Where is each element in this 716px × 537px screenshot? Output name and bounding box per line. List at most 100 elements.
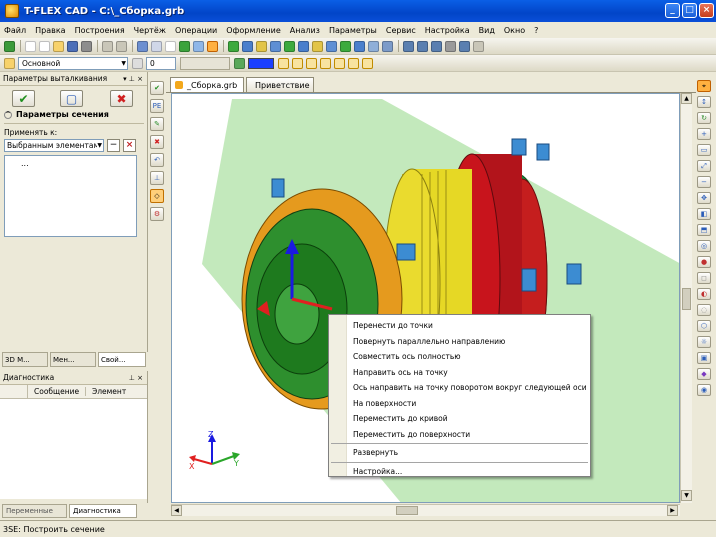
pe-icon[interactable]: PE [150, 99, 164, 113]
spec-icon[interactable] [417, 40, 428, 52]
menu-view[interactable]: Вид [479, 26, 495, 35]
menu-item-align-axis[interactable]: Совместить ось полностью [329, 349, 590, 365]
wire-icon[interactable]: ◻ [697, 272, 711, 284]
apply-to-select[interactable]: Выбранным элементам ▼ [4, 139, 104, 152]
fillet-icon[interactable] [298, 40, 309, 52]
menu-file[interactable]: Файл [4, 26, 26, 35]
select-icon[interactable] [165, 40, 176, 52]
attach-icon[interactable] [445, 40, 456, 52]
menu-settings[interactable]: Настройка [425, 26, 470, 35]
layer-select[interactable]: Основной ▼ [18, 56, 128, 70]
confirm-icon[interactable] [4, 40, 15, 52]
tab-assembly-document[interactable]: _Сборка.grb [170, 77, 244, 92]
menu-item-point-axis[interactable]: Направить ось на точку [329, 365, 590, 381]
cube-icon[interactable]: ▣ [697, 352, 711, 364]
tab-diagnostics[interactable]: Диагностика [69, 504, 137, 518]
tab-3d-model[interactable]: 3D М... [2, 352, 48, 367]
scroll-down-icon[interactable]: ▼ [681, 490, 692, 501]
zoom-fit-icon[interactable]: ⤢ [697, 160, 711, 172]
table-icon[interactable] [403, 40, 414, 52]
check-icon[interactable]: ✔ [150, 81, 164, 95]
menu-help[interactable]: ? [534, 26, 538, 35]
loft-icon[interactable] [256, 40, 267, 52]
preview-button[interactable]: ▢ [60, 90, 83, 107]
menu-edit[interactable]: Правка [35, 26, 65, 35]
open-folder-icon[interactable] [53, 40, 64, 52]
collapse-icon[interactable]: ^ [4, 110, 12, 119]
zoom-out-icon[interactable]: − [697, 176, 711, 188]
linetype-select[interactable] [180, 56, 230, 70]
menu-item-flip[interactable]: Развернуть [329, 445, 590, 461]
pin-icon[interactable]: ⊥ [150, 171, 164, 185]
hidden-icon[interactable]: ◌ [697, 304, 711, 316]
clear-button[interactable]: × [123, 139, 136, 152]
filter-icon-4[interactable] [320, 57, 331, 69]
material-icon[interactable]: ◆ [697, 368, 711, 380]
menu-parameters[interactable]: Параметры [329, 26, 377, 35]
menu-operations[interactable]: Операции [175, 26, 217, 35]
view-icon[interactable] [193, 40, 204, 52]
pin-icon[interactable]: ▾ ⊥ × [123, 75, 143, 83]
menu-item-move-to-curve[interactable]: Переместить до кривой [329, 411, 590, 427]
view-front-icon[interactable]: ◧ [697, 208, 711, 220]
tab-properties[interactable]: Свой... [98, 352, 146, 367]
zoom-in-icon[interactable]: + [697, 128, 711, 140]
menu-service[interactable]: Сервис [386, 26, 416, 35]
shade-icon[interactable]: ● [697, 256, 711, 268]
save-icon[interactable] [67, 40, 78, 52]
list-item[interactable]: ... [5, 156, 136, 168]
array-icon[interactable] [340, 40, 351, 52]
tab-welcome[interactable]: Приветствие [246, 77, 314, 92]
menu-item-settings[interactable]: Настройка... [329, 464, 590, 480]
filter-icon-7[interactable] [362, 57, 373, 69]
select-mode-icon[interactable]: ⌖ [697, 80, 711, 92]
shell-icon[interactable] [326, 40, 337, 52]
scroll-right-icon[interactable]: ▶ [667, 505, 678, 516]
sweep-icon[interactable] [270, 40, 281, 52]
draw-icon[interactable] [137, 40, 148, 52]
color-swatch[interactable] [248, 57, 274, 69]
menu-window[interactable]: Окно [504, 26, 525, 35]
options-icon[interactable]: ⚙ [150, 207, 164, 221]
rotate-icon[interactable] [242, 40, 253, 52]
filter-icon-2[interactable] [292, 57, 303, 69]
perspective-icon[interactable]: ⬡ [697, 320, 711, 332]
cancel-icon[interactable]: ✖ [150, 135, 164, 149]
menu-item-move-to-point[interactable]: Перенести до точки [329, 318, 590, 334]
scroll-thumb[interactable] [682, 288, 691, 310]
chamfer-icon[interactable] [312, 40, 323, 52]
level-input[interactable]: 0 [146, 56, 176, 70]
section-icon[interactable] [368, 40, 379, 52]
options-icon[interactable] [473, 40, 484, 52]
snap-icon[interactable] [179, 40, 190, 52]
section-icon[interactable]: ◐ [697, 288, 711, 300]
scroll-left-icon[interactable]: ◀ [171, 505, 182, 516]
selection-list[interactable]: ... [4, 155, 137, 237]
print-icon[interactable] [81, 40, 92, 52]
variables-icon[interactable] [431, 40, 442, 52]
tab-variables[interactable]: Переменные [2, 504, 67, 518]
filter-icon-5[interactable] [334, 57, 345, 69]
menu-drawing[interactable]: Чертёж [134, 26, 166, 35]
orbit-icon[interactable]: ◎ [697, 240, 711, 252]
surface-icon[interactable]: ◇ [150, 189, 164, 203]
remove-button[interactable]: − [107, 139, 120, 152]
scroll-up-icon[interactable]: ▲ [681, 93, 692, 104]
minimize-button[interactable]: _ [665, 3, 680, 18]
section-header[interactable]: ^ Параметры сечения [4, 110, 109, 119]
report-icon[interactable] [459, 40, 470, 52]
lights-icon[interactable]: ☼ [697, 336, 711, 348]
horizontal-scrollbar[interactable]: ◀ ▶ [171, 504, 680, 516]
new-file-icon[interactable] [25, 40, 36, 52]
move-icon[interactable]: ↕ [697, 96, 711, 108]
rotate-icon[interactable]: ↻ [697, 112, 711, 124]
menu-analysis[interactable]: Анализ [290, 26, 320, 35]
column-element[interactable]: Элемент [86, 387, 126, 396]
measure-icon[interactable] [382, 40, 393, 52]
ok-button[interactable]: ✔ [12, 90, 35, 107]
camera-icon[interactable]: ◉ [697, 384, 711, 396]
pin-icon[interactable]: ⊥ × [129, 374, 143, 382]
zoom-window-icon[interactable]: ▭ [697, 144, 711, 156]
redo-icon[interactable] [116, 40, 127, 52]
filter-icon-3[interactable] [306, 57, 317, 69]
